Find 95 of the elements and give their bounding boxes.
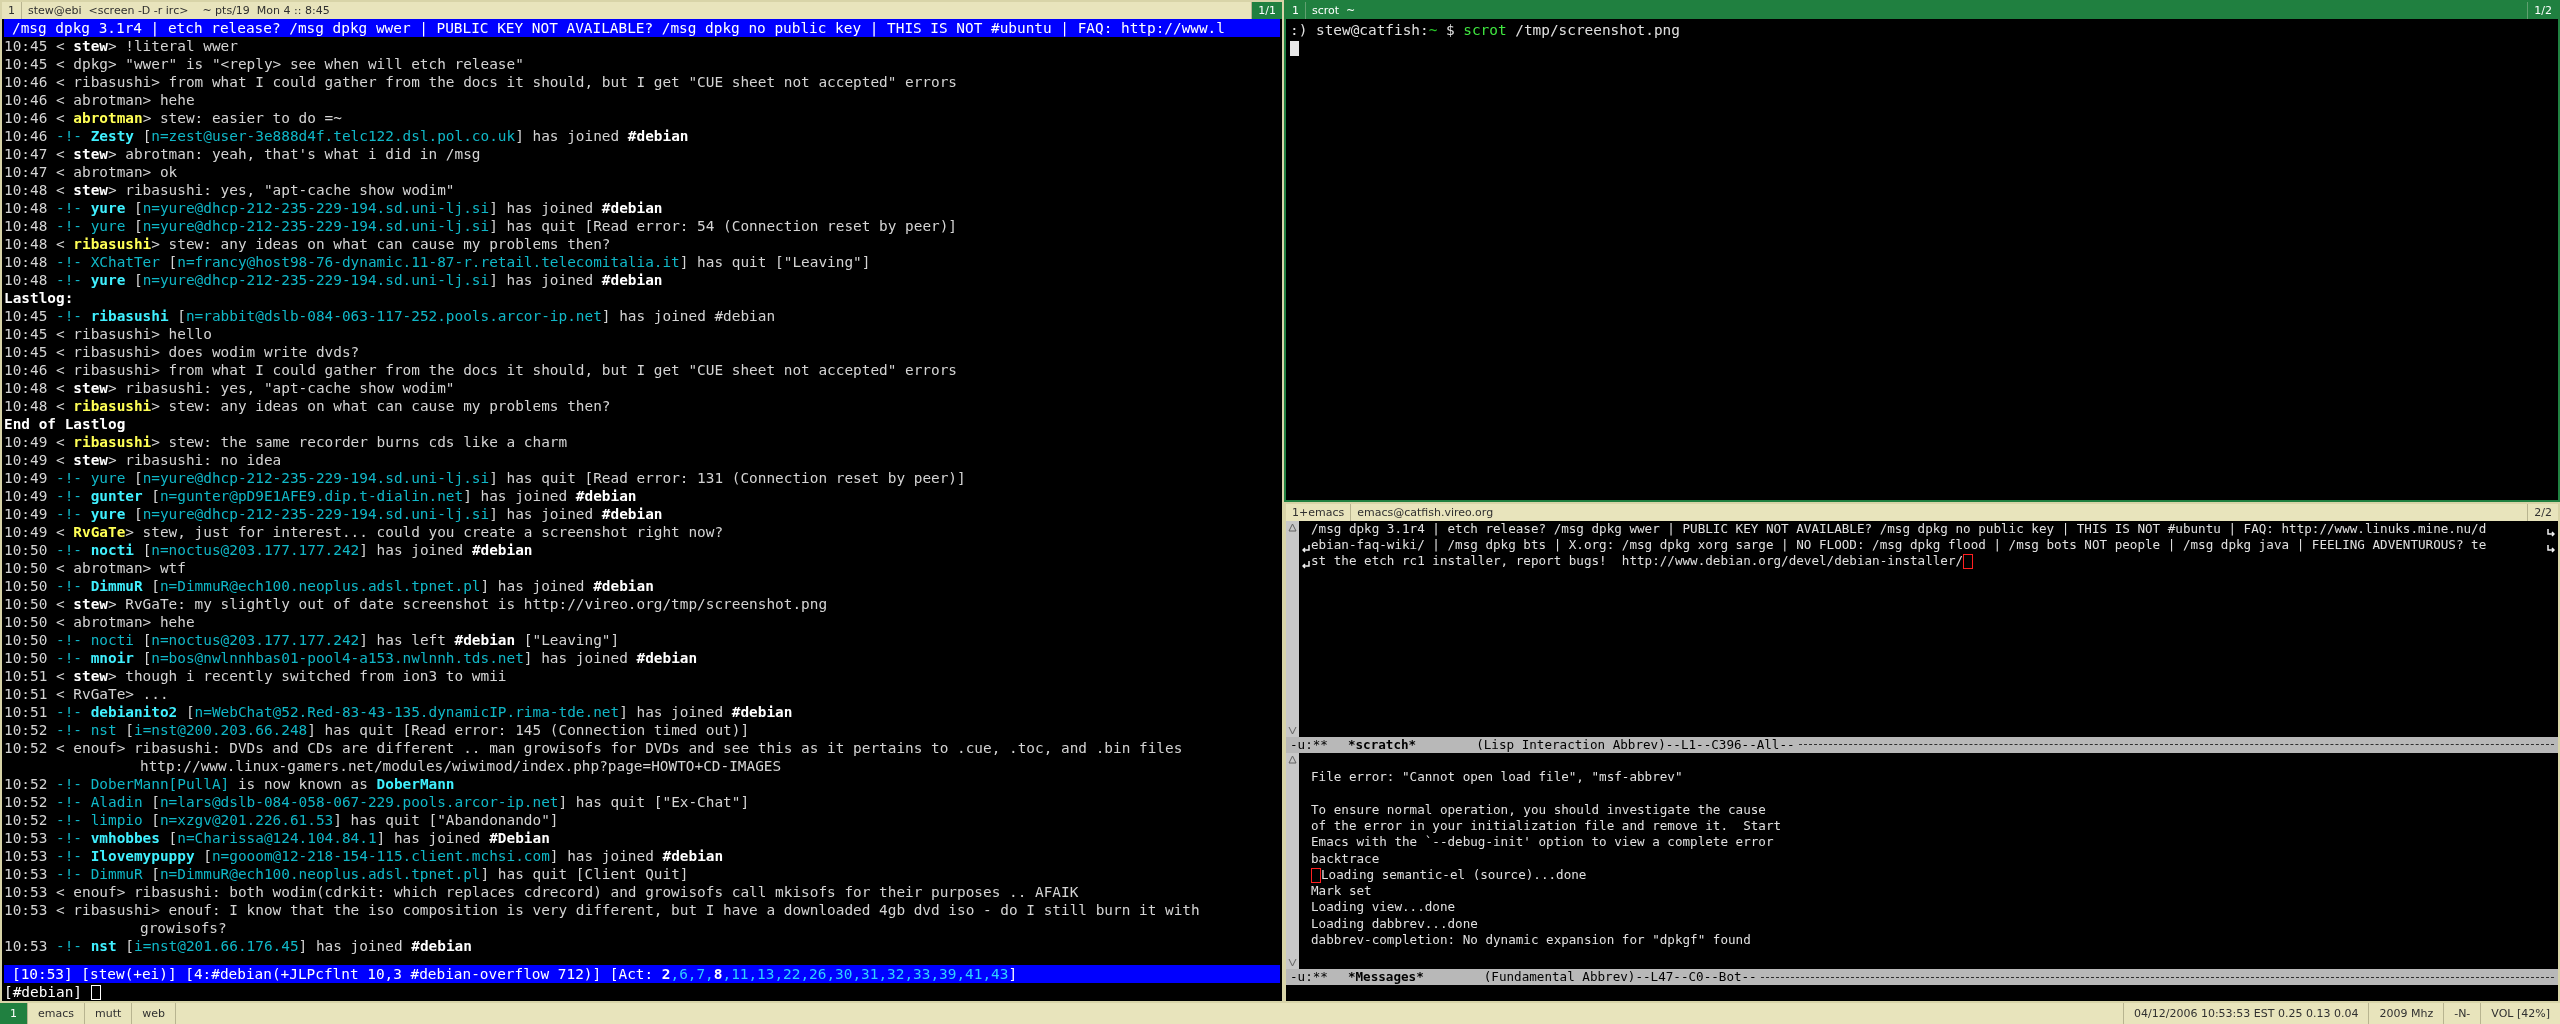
chat-line: 10:51 < stew> though i recently switched from ion3 to wmii: [4, 667, 508, 685]
continuation-arrow-icon: [1302, 544, 1310, 554]
chat-line: Lastlog:: [4, 289, 75, 307]
chat-line: 10:49 -!- gunter [n=gunter@pD9E1AFE9.dip.t-dialin.net] has joined #debian: [4, 487, 638, 505]
continuation-arrow-icon: [1302, 560, 1310, 570]
buffer-text: st the etch rc1 installer, report bugs! http://www.debian.org/devel/debian-installer/: [1311, 553, 1964, 570]
chat-line: 10:46 -!- Zesty [n=zest@user-3e888d4f.telc122.dsl.pol.co.uk] has joined #debian: [4, 127, 690, 145]
chat-line: 10:45 < stew> !literal wwer: [4, 37, 239, 55]
wrap-arrow-icon: [2547, 544, 2555, 554]
chat-line: 10:52 -!- limpio [n=xzgv@201.226.61.53] has quit ["Abandonando"]: [4, 811, 560, 829]
chat-line: 10:53 < enouf> ribasushi: both wodim(cdrkit: which replaces cdrecord) and growisofs call mkisofs for their purposes .. AFAIK: [4, 883, 1080, 901]
chat-line: 10:51 < RvGaTe> ...: [4, 685, 170, 703]
buffer-text: File error: "Cannot open load file", "msf-abbrev": [1311, 769, 1683, 786]
window-title: emacs@catfish.vireo.org: [1351, 503, 2529, 521]
buffer-text: Emacs with the `--debug-init' option to view a complete error: [1311, 834, 1774, 851]
shell-prompt-line: :) stew@catfish:~ $ scrot /tmp/screenshot.png: [1290, 21, 1681, 39]
chat-line: 10:48 < stew> ribasushi: yes, "apt-cache show wodim": [4, 379, 456, 397]
buffer-text: Loading dabbrev...done: [1311, 915, 1478, 932]
buffer-text: Mark set: [1311, 883, 1372, 900]
chat-line: 10:50 -!- mnoir [n=bos@nwlnnhbas01-pool4-a153.nwlnnh.tds.net] has joined #debian: [4, 649, 699, 667]
client-number: 1+emacs: [1286, 503, 1352, 521]
chat-line: 10:48 -!- XChatTer [n=francy@host98-76-dynamic.11-87-r.retail.telecomitalia.it] has quit ["Leaving"]: [4, 253, 872, 271]
mode-line-status: -u:**: [1290, 736, 1328, 753]
page-indicator: 1/1: [1252, 2, 1282, 19]
page-indicator: 2/2: [2533, 504, 2553, 521]
chat-line: 10:50 -!- DimmuR [n=DimmuR@ech100.neoplus.adsl.tpnet.pl] has joined #debian: [4, 577, 655, 595]
status-item: 04/12/2006 10:53:53 EST 0.25 0.13 0.04: [2123, 1003, 2369, 1024]
buffer-text: ebian-faq-wiki/ | /msg dpkg bts | X.org: /msg dpkg xorg sarge | NO FLOOD: /msg dpkg flood | /msg bots NOT people | /msg dpkg java | FEELING ADVENTUROUS? te: [1311, 536, 2487, 554]
chat-line: 10:47 < stew> abrotman: yeah, that's what i did in /msg: [4, 145, 482, 163]
status-item: 2009 Mhz: [2368, 1003, 2444, 1024]
chat-line: 10:48 < ribasushi> stew: any ideas on what can cause my problems then?: [4, 397, 612, 415]
chat-line: 10:48 -!- yure [n=yure@dhcp-212-235-229-194.sd.uni-lj.si] has quit [Read error: 54 (Connection reset by peer)]: [4, 217, 959, 235]
status-item: -N-: [2443, 1003, 2481, 1024]
buffer-text: of the error in your initialization file and remove it. Start: [1311, 817, 1782, 835]
chat-line: 10:53 -!- vmhobbes [n=Charissa@124.104.84.1] has joined #Debian: [4, 829, 551, 847]
tag-button[interactable]: 1: [0, 1003, 28, 1024]
client-number: 1: [1286, 2, 1306, 19]
chat-line: 10:50 < stew> RvGaTe: my slightly out of date screenshot is http://vireo.org/tmp/screenshot.png: [4, 595, 829, 613]
chat-line: 10:46 < ribasushi> from what I could gather from the docs it should, but I get "CUE sheet not accepted" errors: [4, 361, 959, 379]
text-cursor: [1311, 868, 1321, 884]
chat-line: 10:49 < RvGaTe> stew, just for interest... could you create a screenshot right now?: [4, 523, 725, 541]
chat-line: 10:53 -!- DimmuR [n=DimmuR@ech100.neoplus.adsl.tpnet.pl] has quit [Client Quit]: [4, 865, 690, 883]
chat-line: 10:48 -!- yure [n=yure@dhcp-212-235-229-194.sd.uni-lj.si] has joined #debian: [4, 199, 664, 217]
chat-line: 10:50 -!- nocti [n=noctus@203.177.177.242] has joined #debian: [4, 541, 534, 559]
text-cursor: [91, 984, 101, 1000]
chat-line: 10:52 -!- nst [i=nst@200.203.66.248] has quit [Read error: 145 (Connection timed out)]: [4, 721, 751, 739]
message-input[interactable]: [#debian]: [4, 983, 1280, 1001]
chat-line: 10:45 -!- ribasushi [n=rabbit@dslb-084-063-117-252.pools.arcor-ip.net] has joined #debian: [4, 307, 777, 325]
mode-info: (Lisp Interaction Abbrev)--L1--C396--All--: [1476, 736, 1795, 753]
up-arrow-icon: [1288, 522, 1297, 532]
chat-line: 10:48 < stew> ribasushi: yes, "apt-cache show wodim": [4, 181, 456, 199]
text-cursor: [1290, 41, 1299, 56]
chat-line: 10:49 -!- yure [n=yure@dhcp-212-235-229-194.sd.uni-lj.si] has joined #debian: [4, 505, 664, 523]
chat-line: 10:45 < ribasushi> hello: [4, 325, 213, 343]
status-item: VOL [42%]: [2480, 1003, 2560, 1024]
wrap-arrow-icon: [2547, 527, 2555, 537]
buffer-text: To ensure normal operation, you should investigate the cause: [1311, 801, 1766, 818]
chat-line: 10:45 < dpkg> "wwer" is "<reply> see when will etch release": [4, 55, 525, 73]
mode-info: (Fundamental Abbrev)--L47--C0--Bot--: [1483, 968, 1757, 986]
chat-line: 10:46 < abrotman> stew: easier to do =~: [4, 109, 343, 127]
chat-line: 10:52 < enouf> ribasushi: DVDs and CDs are different .. man growisofs for DVDs and see this as it pertains to .cue, .toc, and .bin files: [4, 739, 1184, 757]
scrollbar[interactable]: [1286, 752, 1299, 969]
chat-line: 10:50 -!- nocti [n=noctus@203.177.177.242] has left #debian ["Leaving"]: [4, 631, 621, 649]
chat-line: 10:51 -!- debianito2 [n=WebChat@52.Red-83-43-135.dynamicIP.rima-tde.net] has joined #debian: [4, 703, 794, 721]
chat-line: 10:52 -!- DoberMann[PullA] is now known as DoberMann: [4, 775, 456, 793]
chat-line: End of Lastlog: [4, 415, 127, 433]
chat-line: 10:49 < ribasushi> stew: the same recorder burns cds like a charm: [4, 433, 569, 451]
channel-topic: /msg dpkg 3.1r4 | etch release? /msg dpkg wwer | PUBLIC KEY NOT AVAILABLE? /msg dpkg no public key | THIS IS NOT #ubuntu | FAQ: http://www.l: [4, 19, 1280, 37]
chat-line: 10:53 -!- Ilovemypuppy [n=gooom@12-218-154-115.client.mchsi.com] has joined #debian: [4, 847, 725, 865]
buffer-text: Loading semantic-el (source)...done: [1321, 866, 1587, 884]
chat-line: 10:53 -!- nst [i=nst@201.66.176.45] has joined #debian: [4, 937, 473, 955]
chat-line: 10:45 < ribasushi> does wodim write dvds?: [4, 343, 361, 361]
buffer-text: Loading view...done: [1311, 899, 1456, 916]
buffer-name: *Messages*: [1347, 968, 1424, 986]
chat-line: 10:48 < ribasushi> stew: any ideas on what can cause my problems then?: [4, 235, 612, 253]
up-arrow-icon: [1288, 754, 1297, 764]
chat-line: http://www.linux-gamers.net/modules/wiwimod/index.php?page=HOWTO+CD-IMAGES: [139, 757, 783, 775]
chat-line: 10:46 < ribasushi> from what I could gather from the docs it should, but I get "CUE sheet not accepted" errors: [4, 73, 959, 91]
mode-line-status: -u:**: [1290, 968, 1328, 986]
text-cursor: [1963, 554, 1974, 570]
buffer-text: dabbrev-completion: No dynamic expansion for "dpkgf" found: [1311, 932, 1751, 949]
chat-line: 10:52 -!- Aladin [n=lars@dslb-084-058-067-229.pools.arcor-ip.net] has quit ["Ex-Chat"]: [4, 793, 751, 811]
buffer-text: backtrace: [1311, 850, 1380, 867]
chat-line: 10:47 < abrotman> ok: [4, 163, 179, 181]
chat-line: 10:50 < abrotman> hehe: [4, 613, 196, 631]
chat-line: 10:49 < stew> ribasushi: no idea: [4, 451, 283, 469]
chat-line: 10:53 < ribasushi> enouf: I know that the iso composition is very different, but I have a downloaded 4gb dvd iso - do I still burn it with: [4, 901, 1201, 919]
chat-line: 10:49 -!- yure [n=yure@dhcp-212-235-229-194.sd.uni-lj.si] has quit [Read error: 131 (Connection reset by peer)]: [4, 469, 967, 487]
chat-line: 10:50 < abrotman> wtf: [4, 559, 187, 577]
chat-line: 10:48 -!- yure [n=yure@dhcp-212-235-229-194.sd.uni-lj.si] has joined #debian: [4, 271, 664, 289]
buffer-text: /msg dpkg 3.1r4 | etch release? /msg dpkg wwer | PUBLIC KEY NOT AVAILABLE? /msg dpkg no public key | THIS IS NOT #ubuntu | FAQ: http://www.linuks.mine.nu/d: [1311, 520, 2487, 537]
chat-line: growisofs?: [139, 919, 228, 937]
chat-line: 10:46 < abrotman> hehe: [4, 91, 196, 109]
buffer-name: *scratch*: [1347, 736, 1417, 753]
scrollbar[interactable]: [1286, 520, 1299, 737]
